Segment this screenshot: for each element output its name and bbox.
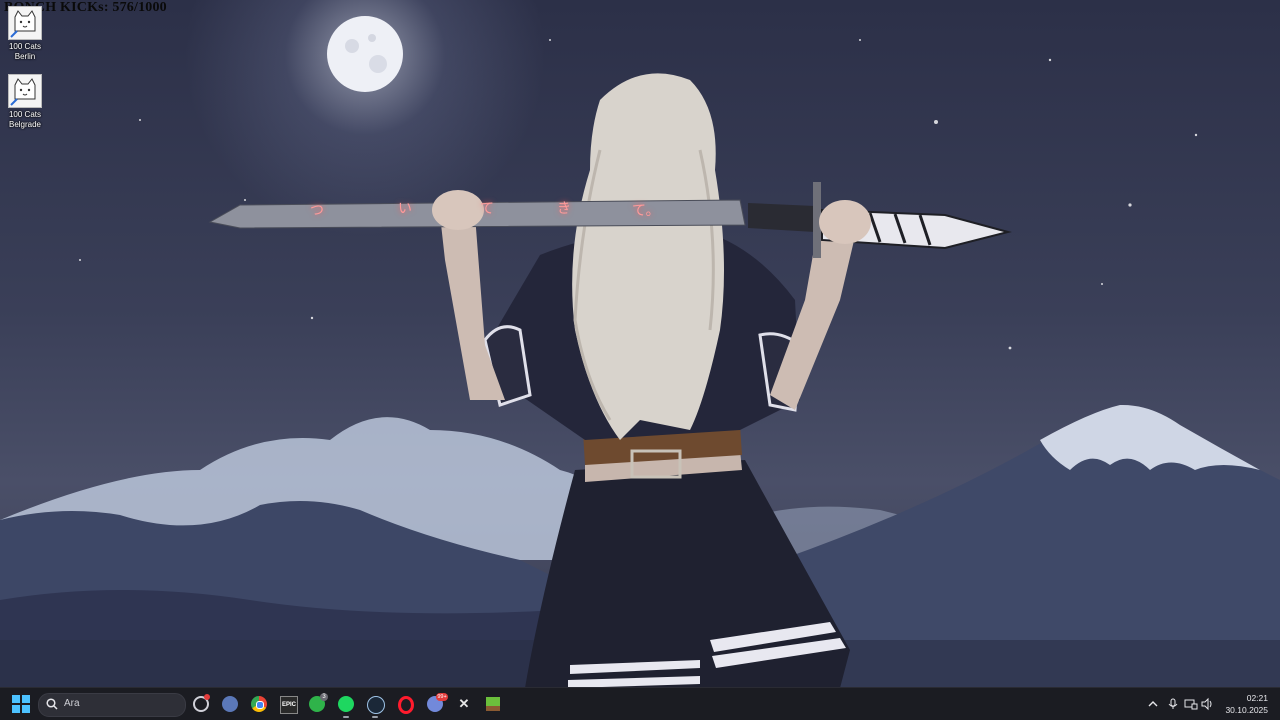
taskbar: Ara EPIC 3 99+ ✕ 02:21 30.10.2025 xyxy=(0,687,1280,720)
taskbar-clock[interactable]: 02:21 30.10.2025 xyxy=(1216,692,1268,716)
running-indicator xyxy=(372,716,378,718)
volume-icon xyxy=(1201,697,1212,711)
taskbar-app-generic[interactable] xyxy=(190,693,212,715)
desktop-icon-100-cats-berlin[interactable]: 100 Cats Berlin xyxy=(4,6,46,62)
search-icon xyxy=(46,698,58,710)
sword-glyph: い xyxy=(398,200,412,216)
taskbar-app-terminal[interactable]: ✕ xyxy=(453,693,475,715)
cat-app-icon xyxy=(8,6,42,40)
windows-logo-icon xyxy=(12,695,30,713)
chevron-up-icon xyxy=(1148,701,1158,707)
network-button[interactable] xyxy=(1184,697,1198,711)
clock-date: 30.10.2025 xyxy=(1225,705,1268,715)
wallpaper-art xyxy=(0,16,1280,688)
cat-app-icon xyxy=(8,74,42,108)
running-indicator xyxy=(343,716,349,718)
taskbar-search[interactable]: Ara xyxy=(38,693,186,717)
show-hidden-icons-button[interactable] xyxy=(1146,697,1160,711)
microphone-button[interactable] xyxy=(1166,697,1180,711)
spotify-icon xyxy=(338,696,354,712)
taskbar-app-chrome[interactable] xyxy=(248,693,270,715)
clock-time: 02:21 xyxy=(1246,693,1268,703)
notification-badge: 99+ xyxy=(436,693,448,701)
volume-button[interactable] xyxy=(1200,697,1214,711)
sword-glyph: て xyxy=(480,200,494,216)
sword-inscription: つ い て き て。 xyxy=(300,198,660,222)
sword-glyph: つ xyxy=(310,202,324,218)
microphone-icon xyxy=(1168,698,1178,709)
network-icon xyxy=(1184,699,1198,710)
desktop-icon-100-cats-belgrade[interactable]: 100 Cats Belgrade xyxy=(4,74,46,130)
chrome-center-icon xyxy=(256,701,264,709)
desktop-icon-label: Belgrade xyxy=(8,120,42,129)
taskbar-app-discord[interactable]: 99+ xyxy=(424,693,448,715)
taskbar-app-spotify[interactable] xyxy=(335,693,357,718)
minecraft-icon xyxy=(486,697,500,711)
desktop-wallpaper: つ い て き て。 xyxy=(0,0,1280,688)
desktop-icon-label: 100 Cats xyxy=(8,110,42,119)
taskbar-app-steam-alt[interactable] xyxy=(219,693,241,715)
app-icon xyxy=(222,696,238,712)
taskbar-app-epic-games[interactable]: EPIC xyxy=(277,693,299,715)
opera-icon xyxy=(398,696,414,714)
desktop-icon-label: 100 Cats xyxy=(8,42,42,51)
steam-icon xyxy=(367,696,385,714)
taskbar-app-xbox[interactable]: 3 xyxy=(306,693,328,715)
taskbar-app-opera[interactable] xyxy=(395,693,417,715)
epic-games-icon: EPIC xyxy=(280,696,298,714)
terminal-icon: ✕ xyxy=(458,696,470,711)
sword-glyph: き xyxy=(557,200,571,216)
notification-dot-icon xyxy=(204,694,210,700)
sword-glyph: て。 xyxy=(632,202,660,218)
notification-badge: 3 xyxy=(320,693,328,701)
desktop-icon-label: Berlin xyxy=(14,52,36,61)
taskbar-app-steam[interactable] xyxy=(364,693,386,718)
system-tray: 02:21 30.10.2025 xyxy=(1140,688,1280,720)
start-button[interactable] xyxy=(12,695,30,713)
search-placeholder: Ara xyxy=(64,698,80,709)
taskbar-app-minecraft[interactable] xyxy=(482,693,504,715)
